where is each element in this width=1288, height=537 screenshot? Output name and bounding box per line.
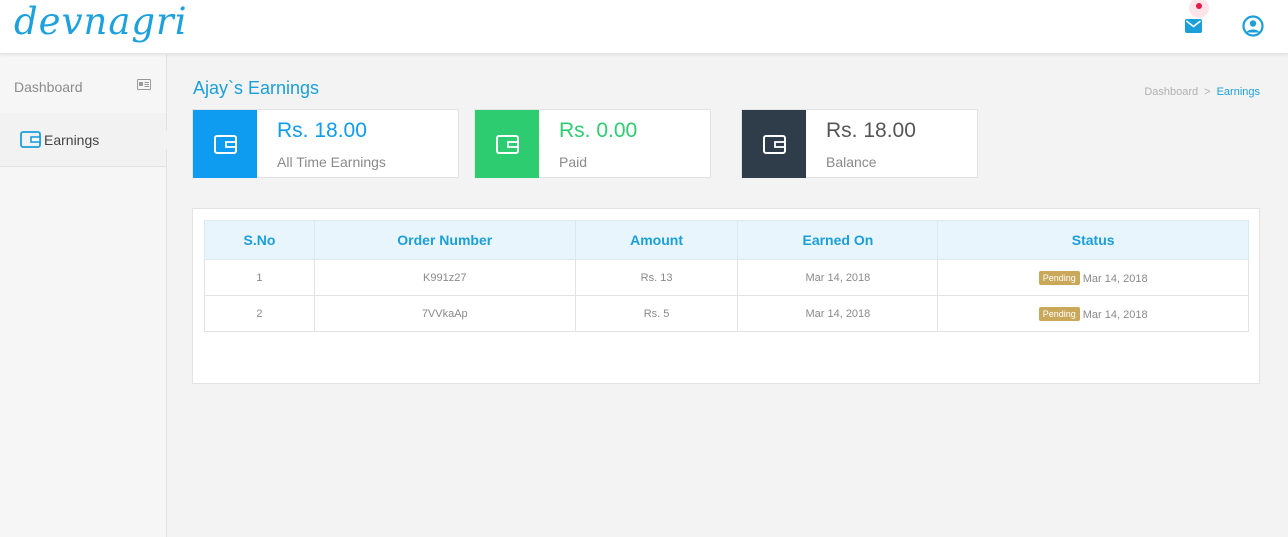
- status-date: Mar 14, 2018: [1082, 272, 1148, 285]
- cell-earned-on: Mar 14, 2018: [737, 295, 939, 332]
- cell-order-number: 7VVkaAp: [313, 295, 576, 332]
- active-indicator: [157, 130, 167, 150]
- user-profile-icon[interactable]: [1242, 15, 1264, 37]
- status-date: Mar 14, 2018: [1082, 308, 1148, 321]
- card-value: Rs. 0.00: [559, 119, 638, 142]
- column-header-status[interactable]: Status: [937, 220, 1249, 260]
- status-badge: Pending: [1038, 270, 1080, 285]
- breadcrumb: Dashboard > Earnings: [1144, 86, 1260, 98]
- cell-amount: Rs. 13: [574, 259, 739, 296]
- table-row: 1 K991z27 Rs. 13 Mar 14, 2018 Pending Mar…: [204, 259, 1249, 296]
- wallet-icon: [20, 131, 41, 148]
- brand-logo[interactable]: devnagri: [14, 0, 188, 44]
- breadcrumb-current: Earnings: [1216, 86, 1260, 98]
- card-label: Balance: [826, 154, 877, 170]
- breadcrumb-home-link[interactable]: Dashboard: [1144, 86, 1198, 98]
- column-header-amount[interactable]: Amount: [574, 220, 739, 260]
- cell-earned-on: Mar 14, 2018: [737, 259, 939, 296]
- column-header-sno[interactable]: S.No: [204, 220, 315, 260]
- wallet-icon: [762, 134, 786, 154]
- mail-icon[interactable]: [1185, 19, 1202, 33]
- paid-card: Rs. 0.00 Paid: [474, 109, 711, 178]
- card-label: All Time Earnings: [277, 154, 386, 170]
- card-value: Rs. 18.00: [826, 119, 916, 142]
- cell-status: Pending Mar 14, 2018: [937, 259, 1249, 296]
- cell-order-number: K991z27: [313, 259, 576, 296]
- column-header-order-number[interactable]: Order Number: [313, 220, 576, 260]
- card-icon-box: [193, 110, 257, 178]
- wallet-icon: [213, 134, 237, 154]
- card-label: Paid: [559, 154, 588, 170]
- sidebar-item-label: Earnings: [44, 132, 100, 148]
- id-card-icon: [137, 79, 151, 90]
- card-icon-box: [742, 110, 806, 178]
- cell-amount: Rs. 5: [574, 295, 739, 332]
- column-header-earned-on[interactable]: Earned On: [737, 220, 939, 260]
- table-row: 2 7VVkaAp Rs. 5 Mar 14, 2018 Pending Mar …: [204, 295, 1249, 332]
- sidebar-item-dashboard[interactable]: Dashboard: [0, 58, 166, 114]
- earnings-table-panel: S.No Order Number Amount Earned On Statu…: [192, 208, 1260, 384]
- balance-card: Rs. 18.00 Balance: [741, 109, 978, 178]
- card-icon-box: [475, 110, 539, 178]
- status-badge: Pending: [1038, 306, 1080, 321]
- sidebar: Dashboard Earnings: [0, 54, 167, 537]
- wallet-icon: [495, 134, 519, 154]
- table-header-row: S.No Order Number Amount Earned On Statu…: [204, 220, 1249, 260]
- all-time-earnings-card: Rs. 18.00 All Time Earnings: [192, 109, 459, 178]
- chevron-right-icon: >: [1204, 86, 1211, 98]
- card-value: Rs. 18.00: [277, 119, 367, 142]
- sidebar-item-label: Dashboard: [14, 79, 83, 95]
- cell-sno: 1: [204, 259, 315, 296]
- earnings-table: S.No Order Number Amount Earned On Statu…: [204, 220, 1249, 332]
- cell-sno: 2: [204, 295, 315, 332]
- top-navbar: devnagri: [0, 0, 1288, 54]
- sidebar-item-earnings[interactable]: Earnings: [0, 113, 167, 167]
- page-title: Ajay`s Earnings: [193, 78, 320, 98]
- cell-status: Pending Mar 14, 2018: [937, 295, 1249, 332]
- notification-dot: [1189, 0, 1209, 18]
